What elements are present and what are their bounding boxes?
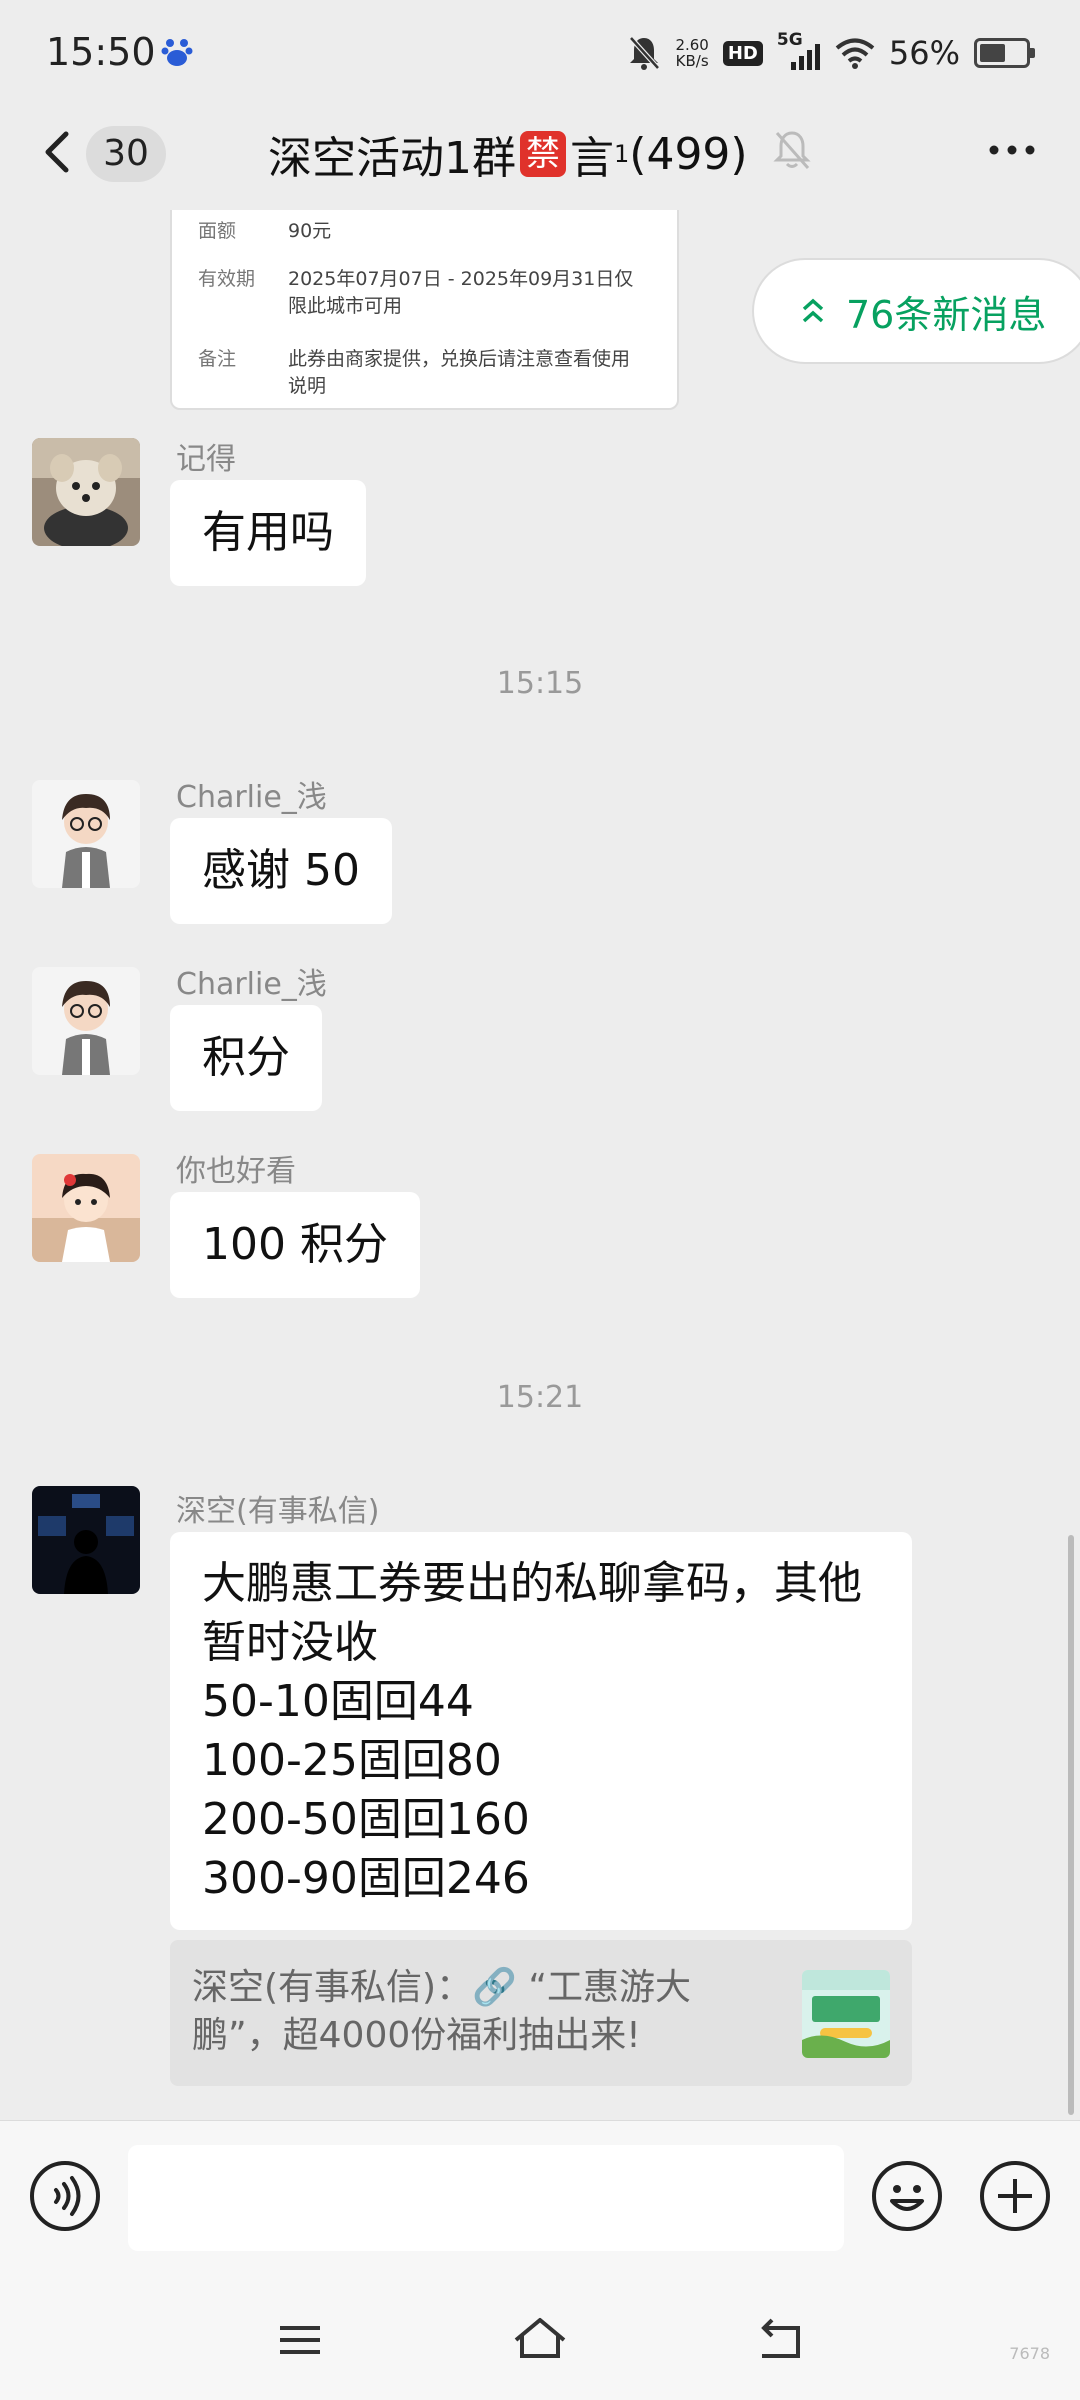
message-line: 大鹏惠工券要出的私聊拿码，其他暂时没收 [202,1558,862,1668]
message-bubble[interactable]: 大鹏惠工券要出的私聊拿码，其他暂时没收 50-10固回44 100-25固回80… [170,1532,912,1930]
system-nav-bar: 7678 [0,2280,1080,2400]
message-bubble[interactable]: 积分 [170,1005,322,1111]
message-line: 300-90固回246 [202,1853,530,1904]
card-key: 面额 [198,220,237,242]
scrollbar[interactable] [1068,1535,1074,2115]
new-messages-label: 76条新消息 [846,292,1047,337]
avatar[interactable] [32,780,140,888]
home-icon[interactable] [510,2310,570,2370]
battery-icon [974,38,1035,68]
sender-name: Charlie_浅 [176,780,327,815]
card-value: 90元 [288,220,332,242]
card-value: 此券由商家提供，兑换后请注意查看使用说明 [288,348,631,397]
quoted-text: 深空(有事私信)：🔗 “工惠游大鹏”，超4000份福利抽出来! [192,1967,692,2056]
coupon-card-message[interactable]: 面额 90元 有效期 2025年07月07日 - 2025年09月31日仅限此城市可… [170,210,679,410]
wifi-icon [835,38,875,69]
watermark: 7678 [1009,2344,1050,2363]
more-options-icon[interactable] [984,128,1040,172]
group-title-name: 深空活动1群 [268,133,516,184]
unread-count-badge[interactable]: 30 [86,126,166,182]
card-row: 备注 此券由商家提供，兑换后请注意查看使用说明 [198,344,658,398]
back-nav-icon[interactable] [752,2310,812,2370]
double-chevron-up-icon [802,298,824,323]
chat-header: 30 深空活动1群 禁 言 1 (499) [0,100,1080,210]
card-value: 2025年07月07日 - 2025年09月31日仅限此城市可用 [288,268,634,317]
avatar[interactable] [32,967,140,1075]
message-line: 50-10固回44 [202,1676,474,1727]
message-line: 200-50固回160 [202,1794,530,1845]
signal-5g: 5G [777,30,821,72]
card-row: 有效期 2025年07月07日 - 2025年09月31日仅限此城市可用 [198,264,658,318]
sender-name: 深空(有事私信) [176,1494,380,1529]
mute-bell-icon [629,36,661,70]
card-key: 备注 [198,348,237,370]
emoji-icon[interactable] [870,2159,944,2233]
avatar[interactable] [32,1486,140,1594]
net-speed-value: 2.60 [675,36,709,54]
message-bubble[interactable]: 有用吗 [170,480,366,586]
hd-badge: HD [722,40,763,66]
message-bubble[interactable]: 感谢 50 [170,818,392,924]
card-row: 面额 90元 [198,216,658,243]
battery-text: 56% [888,34,960,72]
status-bar: 15:50 2.60 KB/s HD 5G 56% [0,0,1080,100]
sender-name: 你也好看 [176,1154,296,1189]
message-bubble[interactable]: 100 积分 [170,1192,420,1298]
net-speed: 2.60 KB/s [675,37,708,69]
group-title-sup: 1 [614,140,630,168]
voice-input-icon[interactable] [28,2159,102,2233]
ban-emoji: 禁 [520,131,566,177]
timestamp: 15:15 [496,666,584,701]
net-speed-unit: KB/s [675,52,709,70]
baidu-app-icon [161,39,193,66]
group-title[interactable]: 深空活动1群 禁 言 1 (499) [268,122,748,186]
avatar[interactable] [32,438,140,546]
signal-bars-icon [790,44,820,70]
plus-icon[interactable] [978,2159,1052,2233]
status-time: 15:50 [46,30,156,74]
quoted-message[interactable]: 深空(有事私信)：🔗 “工惠游大鹏”，超4000份福利抽出来! [170,1940,912,2086]
quote-thumbnail[interactable] [802,1970,890,2058]
sender-name: 记得 [176,442,236,477]
new-messages-button[interactable]: 76条新消息 [752,258,1080,364]
card-key: 有效期 [198,268,256,290]
back-arrow-icon[interactable] [36,122,86,182]
member-count: (499) [629,128,748,180]
battery-fill [980,44,1005,62]
avatar[interactable] [32,1154,140,1262]
muted-bell-icon [773,131,811,169]
menu-icon[interactable] [270,2310,330,2370]
message-line: 100-25固回80 [202,1735,502,1786]
input-bar [0,2120,1080,2281]
sender-name: Charlie_浅 [176,967,327,1002]
group-title-suffix: 言 [570,133,614,184]
chat-messages[interactable]: 面额 90元 有效期 2025年07月07日 - 2025年09月31日仅限此城市可… [0,210,1080,2120]
message-input[interactable] [128,2145,844,2251]
status-indicators: 2.60 KB/s HD 5G 56% [627,28,1035,78]
timestamp: 15:21 [496,1380,584,1415]
